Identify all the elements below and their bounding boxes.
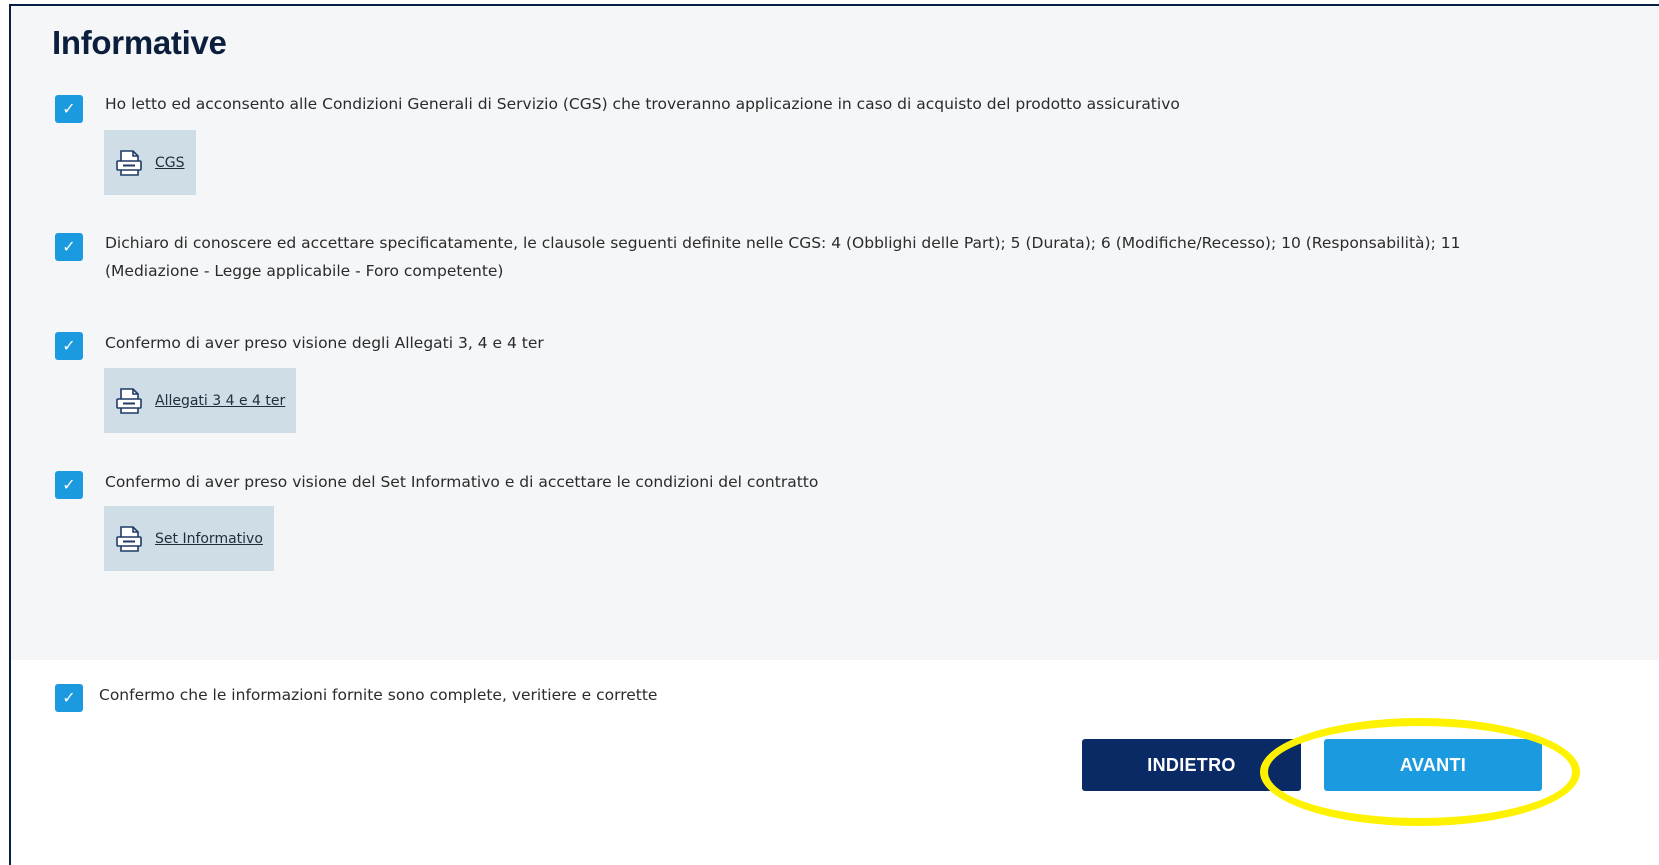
pdf-icon — [116, 387, 142, 414]
informative-section: Informative ✓ Ho letto ed acconsento all… — [11, 6, 1659, 660]
checkmark-icon: ✓ — [62, 99, 76, 118]
allegati-document-label: Allegati 3 4 e 4 ter — [155, 392, 286, 409]
next-button[interactable]: AVANTI — [1324, 739, 1542, 791]
back-button[interactable]: INDIETRO — [1082, 739, 1301, 791]
final-confirmation-text: Confermo che le informazioni fornite son… — [99, 686, 658, 704]
informative-panel: Informative ✓ Ho letto ed acconsento all… — [9, 4, 1659, 865]
checkbox-allegati-viewed[interactable]: ✓ — [55, 332, 83, 360]
set-informativo-document-label: Set Informativo — [155, 530, 263, 547]
clauses-acceptance-line-1: Dichiaro di conoscere ed accettare speci… — [105, 234, 1461, 252]
checkmark-icon: ✓ — [62, 336, 76, 355]
checkmark-icon: ✓ — [62, 237, 76, 256]
checkbox-set-informativo[interactable]: ✓ — [55, 471, 83, 499]
checkbox-cgs-consent[interactable]: ✓ — [55, 95, 83, 123]
cgs-document-label: CGS — [155, 154, 185, 171]
checkbox-clauses-acceptance[interactable]: ✓ — [55, 233, 83, 261]
allegati-viewed-text: Confermo di aver preso visione degli All… — [105, 334, 544, 352]
cgs-consent-text: Ho letto ed acconsento alle Condizioni G… — [105, 95, 1180, 113]
checkmark-icon: ✓ — [62, 475, 76, 494]
set-informativo-document-link[interactable]: Set Informativo — [104, 506, 274, 571]
pdf-icon — [116, 525, 142, 552]
allegati-document-link[interactable]: Allegati 3 4 e 4 ter — [104, 368, 297, 433]
clauses-acceptance-text: Dichiaro di conoscere ed accettare speci… — [105, 229, 1545, 285]
clauses-acceptance-line-2: (Mediazione - Legge applicabile - Foro c… — [105, 262, 504, 280]
checkbox-final-confirmation[interactable]: ✓ — [55, 684, 83, 712]
cgs-document-link[interactable]: CGS — [104, 130, 196, 195]
pdf-icon — [116, 149, 142, 176]
set-informativo-text: Confermo di aver preso visione del Set I… — [105, 473, 819, 491]
checkmark-icon: ✓ — [62, 688, 76, 707]
section-title: Informative — [52, 24, 227, 61]
